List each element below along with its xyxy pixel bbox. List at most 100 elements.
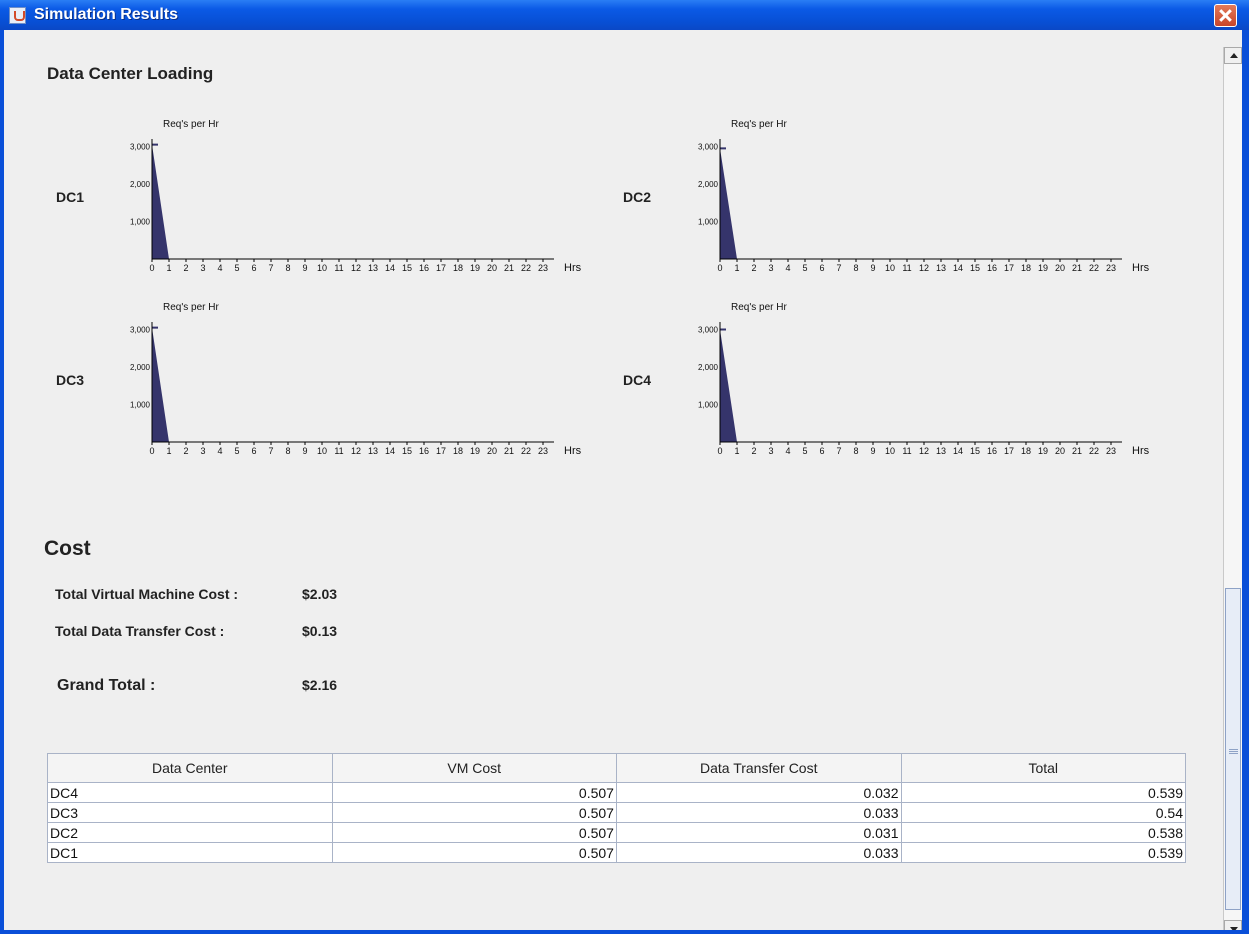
x-tick-label: 12 [351,446,361,456]
dc4-loading-chart: Req's per Hr 1,000 2,000 3,000 0 1 2 3 4 5 6 7 8 9 10… [684,302,1154,477]
dc4-chart-svg: 1,0002,0003,0000 1 2 3 4 5 6 7 8 9 10 11 12 13 14 15 16 1… [698,322,1150,457]
table-cell-vm-cost[interactable]: 0.507 [331,822,617,843]
close-button[interactable] [1214,4,1237,27]
x-tick-label: 17 [436,263,446,273]
x-axis-unit-label: Hrs [564,262,582,274]
dc2-label: DC2 [623,189,652,205]
window-title: Simulation Results [34,6,179,23]
table-row[interactable]: DC2 0.507 0.031 0.538 [47,822,1187,843]
x-tick-label: 0 [717,263,722,273]
table-cell-vm-cost[interactable]: 0.507 [331,782,617,803]
x-tick-label: 17 [436,446,446,456]
table-row[interactable]: DC3 0.507 0.033 0.54 [47,802,1187,823]
x-tick-label: 19 [470,446,480,456]
y-tick-label: 2,000 [698,363,719,372]
x-tick-label: 23 [538,446,548,456]
x-tick-label: 20 [1055,446,1065,456]
x-tick-label: 5 [802,263,807,273]
x-tick-label: 17 [1004,446,1014,456]
x-tick-label: 22 [521,263,531,273]
table-cell-vm-cost[interactable]: 0.507 [331,842,617,863]
x-tick-label: 16 [419,446,429,456]
x-tick-label: 12 [351,263,361,273]
scroll-grip-icon [1229,749,1238,754]
x-tick-label: 12 [919,263,929,273]
x-tick-label: 18 [453,446,463,456]
x-tick-label: 23 [1106,263,1116,273]
x-tick-label: 8 [853,263,858,273]
x-tick-label: 13 [936,446,946,456]
y-tick-label: 2,000 [130,180,151,189]
x-tick-label: 14 [385,263,395,273]
dc4-label: DC4 [623,372,652,388]
x-tick-label: 14 [385,446,395,456]
x-tick-label: 4 [785,263,790,273]
x-tick-label: 22 [521,446,531,456]
column-header-total[interactable]: Total [900,753,1187,783]
x-tick-label: 22 [1089,446,1099,456]
x-tick-label: 1 [734,263,739,273]
x-tick-label: 21 [1072,263,1082,273]
x-tick-label: 18 [1021,446,1031,456]
table-cell-data-center[interactable]: DC3 [47,802,333,823]
column-header-vm-cost[interactable]: VM Cost [331,753,617,783]
table-cell-total[interactable]: 0.539 [900,782,1187,803]
y-tick-label: 3,000 [130,143,151,152]
dc3-loading-chart: Req's per Hr 1,000 2,000 3,000 0 1 2 3 4 5 6 7 8 9 10… [116,302,586,477]
x-tick-label: 16 [987,263,997,273]
x-tick-label: 15 [402,446,412,456]
table-cell-transfer-cost[interactable]: 0.032 [615,782,902,803]
column-header-transfer-cost[interactable]: Data Transfer Cost [615,753,902,783]
scroll-down-arrow-icon[interactable] [1224,920,1242,930]
total-vm-cost-value: $2.03 [302,586,338,602]
x-tick-label: 13 [936,263,946,273]
x-tick-label: 3 [200,263,205,273]
results-panel: Data Center Loading DC1 Req's per Hr 1,0… [4,30,1242,930]
x-tick-label: 9 [302,446,307,456]
table-row[interactable]: DC4 0.507 0.032 0.539 [47,782,1187,803]
y-tick-label: 2,000 [130,363,151,372]
table-cell-data-center[interactable]: DC4 [47,782,333,803]
table-cell-transfer-cost[interactable]: 0.033 [615,802,902,823]
loading-area [720,148,1111,259]
x-tick-label: 10 [317,263,327,273]
table-row[interactable]: DC1 0.507 0.033 0.539 [47,842,1187,863]
grand-total-value: $2.16 [302,677,338,693]
x-tick-label: 13 [368,446,378,456]
x-tick-label: 9 [870,446,875,456]
dc1-label: DC1 [56,189,85,205]
x-tick-label: 16 [987,446,997,456]
x-tick-label: 6 [251,263,256,273]
column-header-data-center[interactable]: Data Center [47,753,333,783]
scroll-thumb[interactable] [1225,588,1241,910]
table-cell-data-center[interactable]: DC1 [47,842,333,863]
x-tick-label: 4 [217,263,222,273]
x-tick-label: 11 [902,446,911,456]
table-cell-transfer-cost[interactable]: 0.033 [615,842,902,863]
table-cell-vm-cost[interactable]: 0.507 [331,802,617,823]
y-tick-label: 3,000 [698,326,719,335]
x-tick-label: 14 [953,446,963,456]
x-tick-label: 10 [317,446,327,456]
java-app-icon [9,7,26,24]
table-cell-total[interactable]: 0.539 [900,842,1187,863]
x-tick-label: 1 [166,446,171,456]
scroll-up-arrow-icon[interactable] [1224,47,1242,64]
x-tick-label: 20 [487,263,497,273]
table-cell-total[interactable]: 0.538 [900,822,1187,843]
title-bar[interactable]: Simulation Results [0,0,1249,30]
simulation-results-window: Simulation Results Data Center Loading D… [0,0,1249,934]
x-tick-label: 5 [234,446,239,456]
table-cell-total[interactable]: 0.54 [900,802,1187,823]
table-cell-transfer-cost[interactable]: 0.031 [615,822,902,843]
total-transfer-cost-value: $0.13 [302,623,338,639]
dc1-chart-svg: 1,0002,0003,0000 1 2 3 4 5 6 7 8 9 10 11 12 13 14 15 16 1… [130,139,582,274]
x-tick-label: 18 [1021,263,1031,273]
x-tick-label: 3 [200,446,205,456]
x-tick-label: 3 [768,263,773,273]
x-tick-label: 5 [802,446,807,456]
cost-table: Data Center VM Cost Data Transfer Cost T… [47,753,1187,863]
loading-area [152,327,543,442]
table-cell-data-center[interactable]: DC2 [47,822,333,843]
vertical-scrollbar[interactable] [1223,47,1242,930]
